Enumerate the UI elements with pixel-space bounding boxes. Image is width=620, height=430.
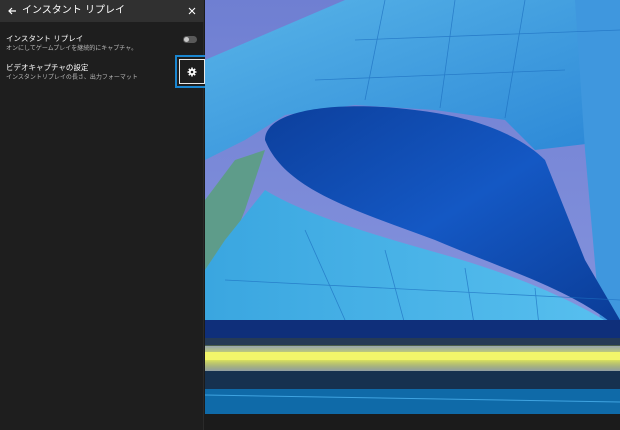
instant-replay-toggle[interactable] bbox=[183, 36, 197, 43]
instant-replay-setting: インスタント リプレイ オンにしてゲームプレイを継続的にキャプチャ。 bbox=[0, 34, 204, 54]
video-capture-label: ビデオキャプチャの設定 bbox=[6, 63, 89, 72]
instant-replay-label: インスタント リプレイ bbox=[6, 34, 84, 43]
video-capture-description: インスタントリプレイの長さ、出力フォーマット bbox=[6, 74, 138, 81]
bottom-edge bbox=[205, 414, 620, 430]
panel-header: インスタント リプレイ bbox=[0, 0, 204, 22]
video-capture-settings-button[interactable] bbox=[175, 55, 209, 88]
gear-button-focus-ring bbox=[179, 59, 205, 84]
close-icon[interactable] bbox=[186, 4, 198, 18]
desktop-wallpaper bbox=[205, 0, 620, 414]
back-arrow-icon[interactable] bbox=[6, 4, 18, 18]
panel-title: インスタント リプレイ bbox=[22, 5, 125, 16]
instant-replay-panel: インスタント リプレイ インスタント リプレイ オンにしてゲームプレイを継続的に… bbox=[0, 0, 209, 430]
gear-icon bbox=[187, 62, 197, 81]
toggle-knob bbox=[184, 37, 189, 42]
instant-replay-description: オンにしてゲームプレイを継続的にキャプチャ。 bbox=[6, 45, 138, 52]
video-capture-setting: ビデオキャプチャの設定 インスタントリプレイの長さ、出力フォーマット bbox=[0, 55, 209, 88]
